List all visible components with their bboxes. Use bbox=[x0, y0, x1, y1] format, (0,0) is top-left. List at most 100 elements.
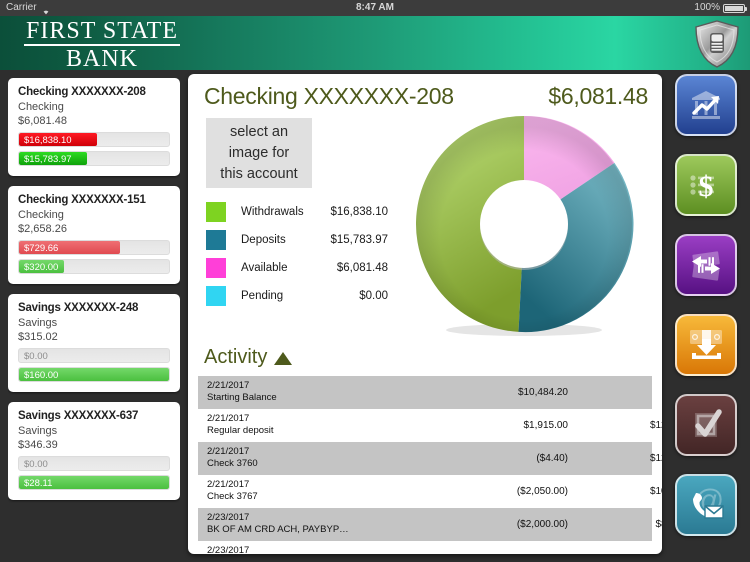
status-bar-clock: 8:47 AM bbox=[356, 2, 394, 13]
action-rail[interactable]: $ @ bbox=[662, 74, 750, 554]
account-detail-panel: Checking XXXXXXX-208 $6,081.48 select an… bbox=[188, 74, 662, 554]
payments-button[interactable]: $ bbox=[675, 154, 737, 216]
withdrawals-bar: $729.66 bbox=[18, 240, 170, 255]
activity-section-header[interactable]: Activity bbox=[204, 346, 293, 369]
bank-logo[interactable]: FIRST STATE BANK bbox=[12, 19, 192, 70]
deposits-bar-label: $320.00 bbox=[24, 262, 59, 273]
row-description: Regular deposit bbox=[207, 425, 274, 436]
image-picker-line2: image for bbox=[228, 144, 290, 161]
account-card[interactable]: Savings XXXXXXX-248 Savings $315.02 $0.0… bbox=[8, 294, 180, 392]
legend-value: $15,783.97 bbox=[330, 234, 388, 246]
withdrawals-bar-label: $0.00 bbox=[24, 351, 48, 362]
legend-item: Withdrawals $16,838.10 bbox=[206, 198, 396, 226]
withdrawals-bar: $0.00 bbox=[18, 348, 170, 363]
row-date: 2/23/2017 bbox=[207, 545, 250, 554]
brand-logo-line2: BANK bbox=[64, 47, 140, 71]
row-balance: $12,394.80 bbox=[649, 453, 662, 464]
legend-label: Pending bbox=[241, 290, 284, 302]
row-balance: $12,399.20 bbox=[649, 420, 662, 431]
account-title: Checking XXXXXXX-208 bbox=[18, 86, 146, 98]
transfers-button[interactable] bbox=[675, 234, 737, 296]
legend-swatch-deposits bbox=[206, 230, 226, 250]
legend-label: Withdrawals bbox=[241, 206, 304, 218]
deposits-bar: $160.00 bbox=[18, 367, 170, 382]
row-date: 2/21/2017 bbox=[207, 413, 250, 424]
legend-label: Available bbox=[241, 262, 288, 274]
deposits-bar-label: $15,783.97 bbox=[24, 154, 72, 165]
deposit-button[interactable] bbox=[675, 314, 737, 376]
account-type: Checking bbox=[18, 209, 64, 221]
app-root: Carrier 8:47 AM 100% FIRST STATE BANK Ch… bbox=[0, 0, 750, 562]
legend-item: Available $6,081.48 bbox=[206, 254, 396, 282]
legend-swatch-available bbox=[206, 258, 226, 278]
legend-label: Deposits bbox=[241, 234, 286, 246]
accounts-chart-button[interactable] bbox=[675, 74, 737, 136]
account-title: Savings XXXXXXX-248 bbox=[18, 302, 139, 314]
ios-status-bar: Carrier 8:47 AM 100% bbox=[0, 0, 750, 16]
image-picker-line1: select an bbox=[229, 123, 289, 140]
table-row[interactable]: 2/23/2017 bbox=[198, 541, 652, 554]
legend-swatch-withdrawals bbox=[206, 202, 226, 222]
account-balance: $6,081.48 bbox=[18, 115, 67, 127]
table-row[interactable]: 2/21/2017 Check 3767 ($2,050.00) $10,344… bbox=[198, 475, 662, 508]
row-description: BK OF AM CRD ACH, PAYBYP… bbox=[207, 524, 349, 535]
legend-value: $0.00 bbox=[359, 290, 388, 302]
legend-item: Deposits $15,783.97 bbox=[206, 226, 396, 254]
account-balance-amount: $6,081.48 bbox=[548, 83, 648, 109]
account-card[interactable]: Checking XXXXXXX-151 Checking $2,658.26 … bbox=[8, 186, 180, 284]
legend-value: $6,081.48 bbox=[336, 262, 388, 274]
deposits-bar: $28.11 bbox=[18, 475, 170, 490]
account-title: Checking XXXXXXX-151 bbox=[18, 194, 146, 206]
triangle-up-icon[interactable] bbox=[274, 352, 293, 365]
activity-label: Activity bbox=[204, 346, 268, 368]
withdrawals-bar-label: $0.00 bbox=[24, 459, 48, 470]
account-balance: $2,658.26 bbox=[18, 223, 67, 235]
row-balance: $8,344.80 bbox=[655, 519, 663, 530]
account-card[interactable]: Checking XXXXXXX-208 Checking $6,081.48 … bbox=[8, 78, 180, 176]
row-date: 2/23/2017 bbox=[207, 512, 250, 523]
row-description: Check 3767 bbox=[207, 491, 258, 502]
status-bar-right: 100% bbox=[694, 0, 747, 16]
legend-value: $16,838.10 bbox=[330, 206, 388, 218]
account-donut-chart bbox=[410, 110, 638, 343]
table-row[interactable]: 2/21/2017 Starting Balance $10,484.20 bbox=[198, 376, 652, 409]
row-balance: $10,344.80 bbox=[649, 486, 662, 497]
table-row[interactable]: 2/23/2017 BK OF AM CRD ACH, PAYBYP… ($2,… bbox=[198, 508, 662, 541]
row-date: 2/21/2017 bbox=[207, 446, 250, 457]
row-date: 2/21/2017 bbox=[207, 479, 250, 490]
deposits-bar-label: $28.11 bbox=[24, 478, 53, 489]
deposits-bar: $15,783.97 bbox=[18, 151, 170, 166]
account-title: Savings XXXXXXX-637 bbox=[18, 410, 139, 422]
svg-text:$: $ bbox=[699, 170, 714, 203]
brand-logo-line1: FIRST STATE bbox=[24, 18, 180, 46]
panel-header: Checking XXXXXXX-208 $6,081.48 bbox=[188, 74, 662, 114]
brand-header: FIRST STATE BANK bbox=[0, 16, 750, 70]
withdrawals-bar: $0.00 bbox=[18, 456, 170, 471]
account-card[interactable]: Savings XXXXXXX-637 Savings $346.39 $0.0… bbox=[8, 402, 180, 500]
page-title: Checking XXXXXXX-208 bbox=[204, 83, 454, 109]
battery-percent-label: 100% bbox=[694, 2, 720, 13]
withdrawals-bar-label: $729.66 bbox=[24, 243, 59, 254]
account-image-picker[interactable]: select an image for this account bbox=[206, 118, 312, 188]
row-description: Check 3760 bbox=[207, 458, 258, 469]
account-type: Checking bbox=[18, 101, 64, 113]
account-balance: $346.39 bbox=[18, 439, 58, 451]
activity-table[interactable]: 2/21/2017 Starting Balance $10,484.20 2/… bbox=[198, 376, 662, 554]
account-balance: $315.02 bbox=[18, 331, 58, 343]
withdrawals-bar: $16,838.10 bbox=[18, 132, 170, 147]
check-approval-button[interactable] bbox=[675, 394, 737, 456]
row-amount: $10,484.20 bbox=[517, 387, 568, 398]
shield-lock-icon[interactable] bbox=[694, 20, 740, 68]
accounts-sidebar[interactable]: Checking XXXXXXX-208 Checking $6,081.48 … bbox=[8, 78, 180, 556]
withdrawals-bar-label: $16,838.10 bbox=[24, 135, 72, 146]
row-date: 2/21/2017 bbox=[207, 380, 250, 391]
legend-swatch-pending bbox=[206, 286, 226, 306]
contact-button[interactable]: @ bbox=[675, 474, 737, 536]
row-description: Starting Balance bbox=[207, 392, 277, 403]
table-row[interactable]: 2/21/2017 Regular deposit $1,915.00 $12,… bbox=[198, 409, 662, 442]
table-row[interactable]: 2/21/2017 Check 3760 ($4.40) $12,394.80 bbox=[198, 442, 662, 475]
legend-item: Pending $0.00 bbox=[206, 282, 396, 310]
account-type: Savings bbox=[18, 425, 58, 437]
deposits-bar: $320.00 bbox=[18, 259, 170, 274]
deposits-bar-label: $160.00 bbox=[24, 370, 59, 381]
